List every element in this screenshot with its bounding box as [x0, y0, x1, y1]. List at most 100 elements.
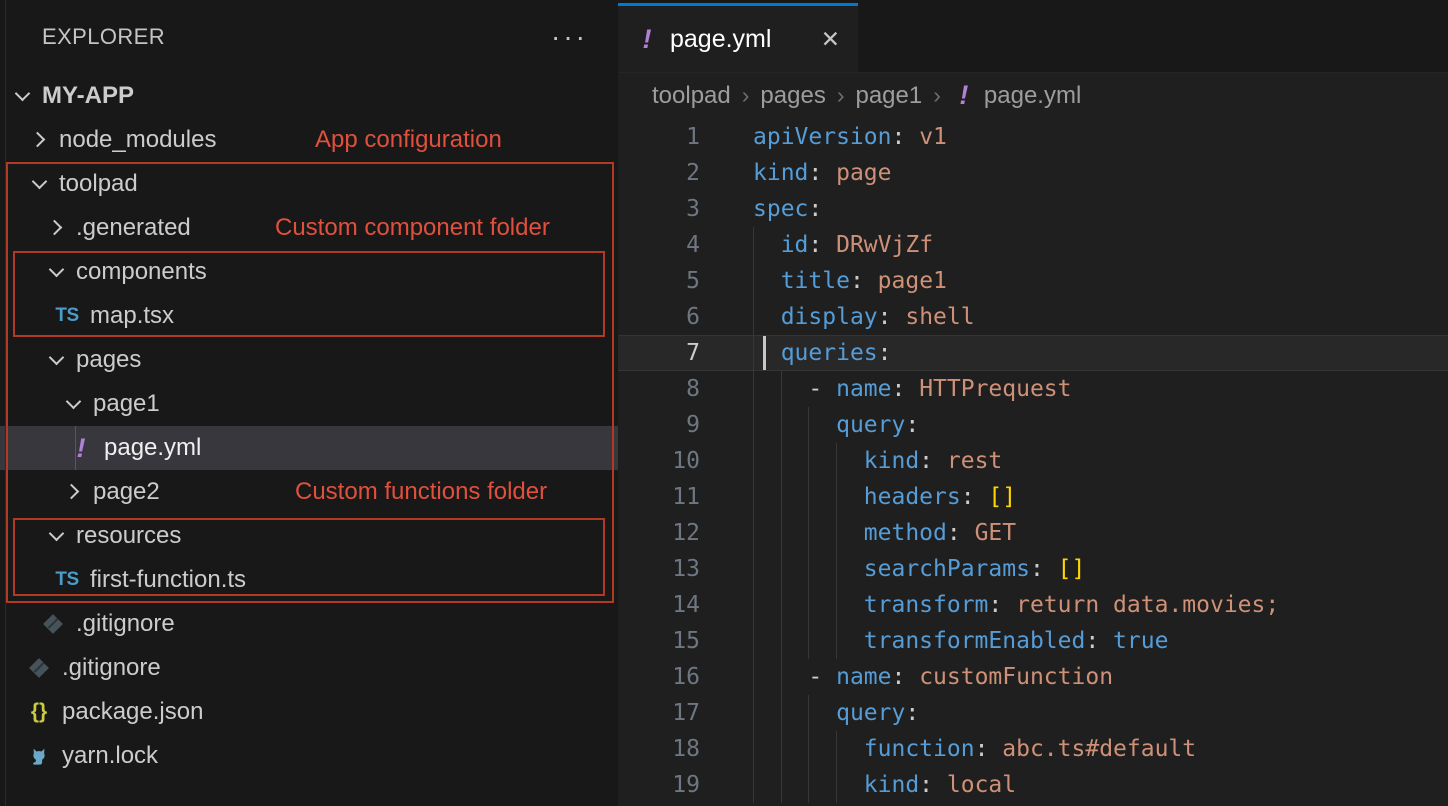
- indent-guide: [781, 443, 782, 479]
- tree-item-label: toolpad: [59, 170, 138, 198]
- tree-item-page-yml[interactable]: !page.yml: [0, 426, 618, 470]
- code-line-text: apiVersion: v1: [753, 124, 947, 150]
- code-editor[interactable]: 1 apiVersion: v1 2kind: page3spec:4 id: DR…: [618, 118, 1448, 806]
- line-number: 4: [618, 232, 700, 258]
- line-number: 1: [618, 124, 700, 150]
- tree-item-label: .generated: [76, 214, 191, 242]
- code-line-3[interactable]: 3spec:: [618, 191, 1448, 227]
- chevron-right-icon: [29, 129, 51, 151]
- tree-item-resources[interactable]: resources: [0, 514, 618, 558]
- indent-guide: [836, 443, 837, 479]
- code-line-8[interactable]: 8 - name: HTTPrequest: [618, 371, 1448, 407]
- indent-guide: [753, 551, 754, 587]
- indent-guide: [781, 695, 782, 731]
- code-line-text: kind: rest: [753, 448, 1002, 474]
- breadcrumb-item-toolpad[interactable]: toolpad: [652, 82, 731, 110]
- code-line-text: - name: customFunction: [753, 664, 1113, 690]
- line-number: 11: [618, 484, 700, 510]
- indent-guide: [753, 371, 754, 407]
- indent-guide: [836, 731, 837, 767]
- indent-guide: [753, 335, 754, 371]
- tree-item-gitignore[interactable]: .gitignore: [0, 602, 618, 646]
- code-line-text: spec:: [753, 196, 822, 222]
- code-line-11[interactable]: 11 headers: []: [618, 479, 1448, 515]
- tree-item-label: MY-APP: [42, 82, 134, 110]
- close-icon[interactable]: ✕: [821, 26, 840, 53]
- annotation-app-configuration: App configuration: [315, 126, 502, 154]
- code-line-text: kind: page: [753, 160, 891, 186]
- code-line-6[interactable]: 6 display: shell: [618, 299, 1448, 335]
- tree-item-components[interactable]: components: [0, 250, 618, 294]
- explorer-title: EXPLORER: [42, 24, 165, 50]
- indent-guide: [753, 587, 754, 623]
- chevron-down-icon: [46, 525, 68, 547]
- indent-guide: [808, 695, 809, 731]
- breadcrumb-item-pages[interactable]: pages: [760, 82, 825, 110]
- indent-guide: [753, 263, 754, 299]
- breadcrumb-item-label: toolpad: [652, 82, 731, 110]
- tree-item-map-tsx[interactable]: TSmap.tsx: [0, 294, 618, 338]
- breadcrumb: toolpad›pages›page1›!page.yml: [618, 73, 1448, 118]
- tree-item-pages[interactable]: pages: [0, 338, 618, 382]
- code-line-4[interactable]: 4 id: DRwVjZf: [618, 227, 1448, 263]
- tree-item-generated[interactable]: .generatedCustom component folder: [0, 206, 618, 250]
- code-line-9[interactable]: 9 query:: [618, 407, 1448, 443]
- tree-item-label: package.json: [62, 698, 203, 726]
- yarn-icon: [24, 741, 54, 771]
- code-line-18[interactable]: 18 function: abc.ts#default: [618, 731, 1448, 767]
- explorer-header: EXPLORER ···: [0, 0, 618, 74]
- tab-bar: ! page.yml ✕: [618, 0, 1448, 73]
- tree-item-package-json[interactable]: {} package.json: [0, 690, 618, 734]
- file-tree: MY-APP node_modulesApp configuration toolp…: [0, 74, 618, 778]
- code-line-1[interactable]: 1 apiVersion: v1: [618, 119, 1448, 155]
- breadcrumb-item-page1[interactable]: page1: [855, 82, 922, 110]
- tree-item-page2[interactable]: page2Custom functions folder: [0, 470, 618, 514]
- code-line-15[interactable]: 15 transformEnabled: true: [618, 623, 1448, 659]
- indent-guide: [781, 731, 782, 767]
- code-line-19[interactable]: 19 kind: local: [618, 767, 1448, 803]
- code-line-text: method: GET: [753, 520, 1016, 546]
- warning-icon: !: [66, 433, 96, 463]
- code-line-16[interactable]: 16 - name: customFunction: [618, 659, 1448, 695]
- code-line-10[interactable]: 10 kind: rest: [618, 443, 1448, 479]
- line-number: 7: [618, 340, 700, 366]
- tree-item-yarn-lock[interactable]: yarn.lock: [0, 734, 618, 778]
- tree-item-label: page1: [93, 390, 160, 418]
- code-line-text: - name: HTTPrequest: [753, 376, 1072, 402]
- json-icon: {}: [24, 697, 54, 727]
- indent-guide: [753, 227, 754, 263]
- indent-guide: [836, 623, 837, 659]
- tree-item-toolpad[interactable]: toolpad: [0, 162, 618, 206]
- more-actions-icon[interactable]: ···: [551, 27, 588, 47]
- code-line-text: transform: return data.movies;: [753, 592, 1279, 618]
- tab-page-yml[interactable]: ! page.yml ✕: [618, 3, 858, 72]
- code-line-14[interactable]: 14 transform: return data.movies;: [618, 587, 1448, 623]
- tree-item-page1[interactable]: page1: [0, 382, 618, 426]
- explorer-sidebar: EXPLORER ··· MY-APP node_modulesApp confi…: [0, 0, 618, 806]
- editor-group: ! page.yml ✕ toolpad›pages›page1›!page.y…: [618, 0, 1448, 806]
- code-line-text: display: shell: [753, 304, 975, 330]
- tree-item-gitignore[interactable]: .gitignore: [0, 646, 618, 690]
- code-line-17[interactable]: 17 query:: [618, 695, 1448, 731]
- indent-guide: [781, 371, 782, 407]
- tree-item-label: .gitignore: [76, 610, 175, 638]
- indent-guide: [753, 659, 754, 695]
- code-line-7[interactable]: 7 queries:: [618, 335, 1448, 371]
- indent-guide: [808, 443, 809, 479]
- indent-guide: [753, 443, 754, 479]
- breadcrumb-item-label: pages: [760, 82, 825, 110]
- code-line-12[interactable]: 12 method: GET: [618, 515, 1448, 551]
- tree-item-first-function-ts[interactable]: TSfirst-function.ts: [0, 558, 618, 602]
- breadcrumb-item-page-yml[interactable]: !page.yml: [952, 81, 1081, 111]
- indent-guide: [781, 587, 782, 623]
- tree-item-my-app[interactable]: MY-APP: [0, 74, 618, 118]
- line-number: 14: [618, 592, 700, 618]
- tree-item-label: yarn.lock: [62, 742, 158, 770]
- code-line-13[interactable]: 13 searchParams: []: [618, 551, 1448, 587]
- typescript-icon: TS: [52, 565, 82, 595]
- code-line-2[interactable]: 2kind: page: [618, 155, 1448, 191]
- line-number: 9: [618, 412, 700, 438]
- code-line-5[interactable]: 5 title: page1: [618, 263, 1448, 299]
- sidebar-left-border: [5, 0, 6, 806]
- tree-item-node-modules[interactable]: node_modulesApp configuration: [0, 118, 618, 162]
